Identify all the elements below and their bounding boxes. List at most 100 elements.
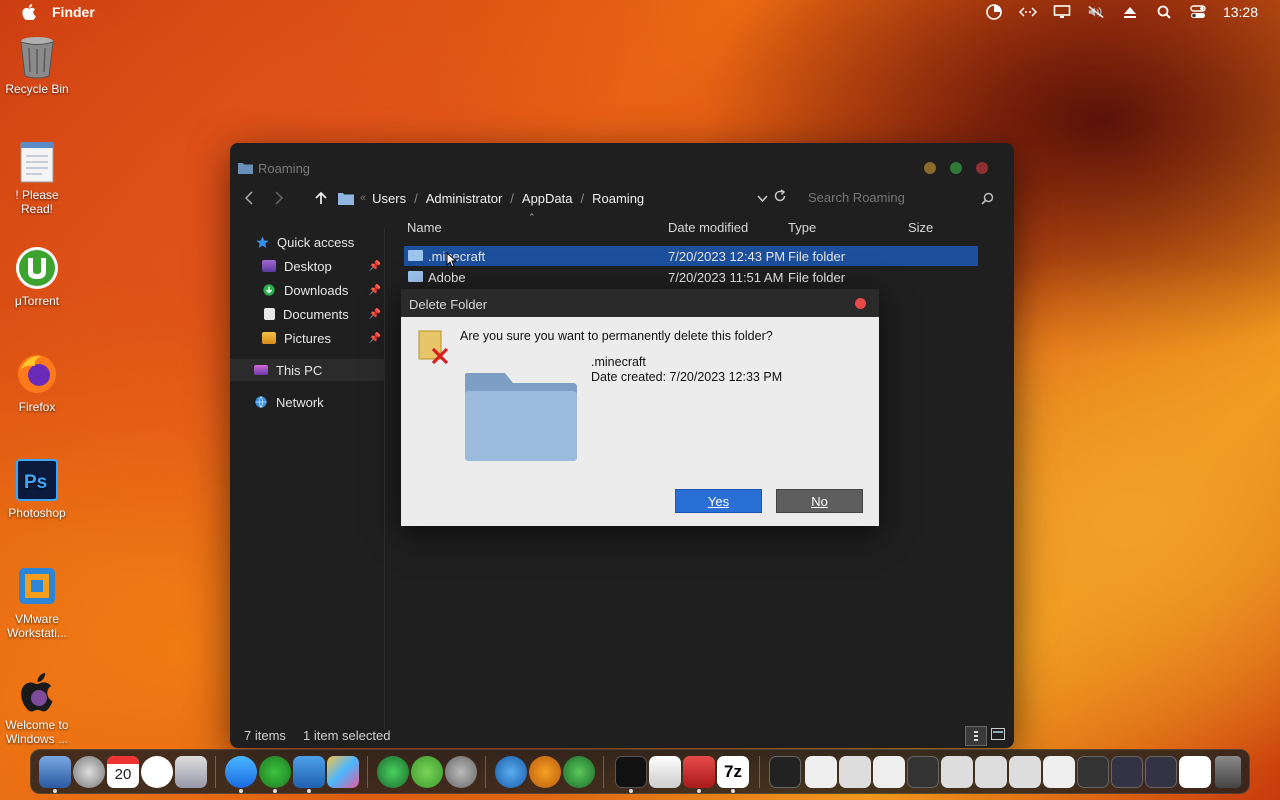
search-box[interactable]: [808, 187, 1000, 209]
yes-button[interactable]: Yes: [675, 489, 762, 513]
window-thumbnail[interactable]: [1077, 756, 1109, 788]
window-thumbnail[interactable]: [873, 756, 905, 788]
sidebar-item-label: This PC: [276, 362, 323, 378]
window-thumbnail[interactable]: [941, 756, 973, 788]
tools-icon[interactable]: [445, 756, 477, 788]
app-name[interactable]: Finder: [52, 4, 95, 20]
dialog-close-button[interactable]: [855, 298, 866, 309]
window-thumbnail[interactable]: [907, 756, 939, 788]
clock[interactable]: 13:28: [1223, 4, 1258, 20]
mute-icon[interactable]: [1087, 4, 1105, 20]
desktop-icon-recycle-bin[interactable]: Recycle Bin: [0, 34, 74, 96]
explorer-icon[interactable]: [293, 756, 325, 788]
pin-icon[interactable]: 📌: [369, 261, 381, 272]
breadcrumb-appdata[interactable]: AppData: [522, 191, 573, 206]
dialog-date-created: Date created: 7/20/2023 12:33 PM: [591, 370, 783, 384]
collab-icon[interactable]: [377, 756, 409, 788]
control-center-icon[interactable]: [1189, 4, 1207, 20]
gauge-icon[interactable]: [985, 4, 1003, 20]
column-header-date[interactable]: Date modified: [668, 220, 748, 235]
safari-icon[interactable]: [225, 756, 257, 788]
running-indicator: [731, 789, 735, 793]
window-thumbnail[interactable]: [1145, 756, 1177, 788]
calendar-icon[interactable]: 20: [107, 756, 139, 788]
7zip-icon[interactable]: 7z: [717, 756, 749, 788]
desktop-icon-firefox[interactable]: Firefox: [0, 352, 74, 414]
www-globe-icon[interactable]: [495, 756, 527, 788]
sidebar-item-pictures[interactable]: Pictures 📌: [230, 327, 385, 349]
breadcrumb-administrator[interactable]: Administrator: [426, 191, 503, 206]
back-arrow-icon[interactable]: [240, 189, 258, 207]
table-row[interactable]: .minecraft 7/20/2023 12:43 PM File folde…: [404, 246, 978, 266]
sidebar-item-network[interactable]: Network: [230, 391, 385, 413]
window-thumbnail[interactable]: [769, 756, 801, 788]
desktop-icon-utorrent[interactable]: μTorrent: [0, 246, 74, 308]
running-indicator: [239, 789, 243, 793]
title-bar[interactable]: Roaming: [230, 143, 1014, 193]
window-thumbnail[interactable]: [1111, 756, 1143, 788]
search-input[interactable]: [808, 190, 978, 205]
no-button[interactable]: No: [776, 489, 863, 513]
minimize-button[interactable]: [924, 162, 936, 174]
column-header-type[interactable]: Type: [788, 220, 816, 235]
sidebar-item-quick-access[interactable]: Quick access: [230, 231, 385, 253]
display-icon[interactable]: [1053, 4, 1071, 20]
sidebar-item-documents[interactable]: Documents 📌: [230, 303, 385, 325]
breadcrumb-overflow-icon[interactable]: «: [360, 192, 366, 204]
trash-icon[interactable]: [1215, 756, 1241, 788]
sidebar-item-downloads[interactable]: Downloads 📌: [230, 279, 385, 301]
desktop-icon-please-read[interactable]: ! Please Read!: [0, 140, 74, 216]
utorrent-icon[interactable]: [259, 756, 291, 788]
close-button[interactable]: [976, 162, 988, 174]
textedit-icon[interactable]: [649, 756, 681, 788]
chevron-down-icon[interactable]: [757, 191, 768, 206]
clock-icon[interactable]: [141, 756, 173, 788]
terminal-icon[interactable]: [615, 756, 647, 788]
toolbox-icon[interactable]: [683, 756, 715, 788]
folder-icon: [338, 192, 354, 205]
search-icon[interactable]: [981, 192, 994, 205]
download-manager-icon[interactable]: [529, 756, 561, 788]
sidebar-item-desktop[interactable]: Desktop 📌: [230, 255, 385, 277]
eject-icon[interactable]: [1121, 4, 1139, 20]
window-thumbnail[interactable]: [1009, 756, 1041, 788]
pictures-icon: [262, 332, 276, 344]
navigation-bar: « Users / Administrator / AppData / Roam…: [230, 187, 1014, 209]
desktop-icon-vmware[interactable]: VMware Workstati...: [0, 564, 74, 640]
breadcrumb-roaming[interactable]: Roaming: [592, 191, 644, 206]
window-thumbnail[interactable]: [805, 756, 837, 788]
large-icons-view-icon[interactable]: [991, 728, 1005, 743]
sidebar-item-label: Desktop: [284, 258, 332, 274]
preview-icon[interactable]: [175, 756, 207, 788]
refresh-icon[interactable]: [773, 189, 787, 206]
network-icon: [255, 396, 267, 408]
window-thumbnail[interactable]: [975, 756, 1007, 788]
maximize-button[interactable]: [950, 162, 962, 174]
details-view-icon[interactable]: [965, 726, 987, 746]
pin-icon[interactable]: 📌: [369, 333, 381, 344]
apple-icon[interactable]: [22, 4, 36, 20]
desktop-icon-label: μTorrent: [14, 294, 60, 308]
link-icon[interactable]: [411, 756, 443, 788]
window-thumbnail[interactable]: [1179, 756, 1211, 788]
up-arrow-icon[interactable]: [312, 189, 330, 207]
column-header-name[interactable]: Name: [407, 220, 442, 235]
search-icon[interactable]: [1155, 4, 1173, 20]
file-date: 7/20/2023 12:43 PM: [668, 249, 786, 264]
finder-icon[interactable]: [39, 756, 71, 788]
window-thumbnail[interactable]: [1043, 756, 1075, 788]
column-header-size[interactable]: Size: [908, 220, 933, 235]
sidebar-item-this-pc[interactable]: This PC: [230, 359, 385, 381]
forward-arrow-icon[interactable]: [270, 189, 288, 207]
code-icon[interactable]: [1018, 4, 1037, 20]
desktop-icon-welcome[interactable]: Welcome to Windows ...: [0, 670, 74, 746]
breadcrumb-users[interactable]: Users: [372, 191, 406, 206]
pin-icon[interactable]: 📌: [369, 285, 381, 296]
desktop-icon-photoshop[interactable]: Ps Photoshop: [0, 458, 74, 520]
window-thumbnail[interactable]: [839, 756, 871, 788]
table-row[interactable]: Adobe 7/20/2023 11:51 AM File folder: [404, 267, 978, 287]
launchpad-icon[interactable]: [73, 756, 105, 788]
photos-icon[interactable]: [327, 756, 359, 788]
pin-icon[interactable]: 📌: [369, 309, 381, 320]
network-dots-icon[interactable]: [563, 756, 595, 788]
